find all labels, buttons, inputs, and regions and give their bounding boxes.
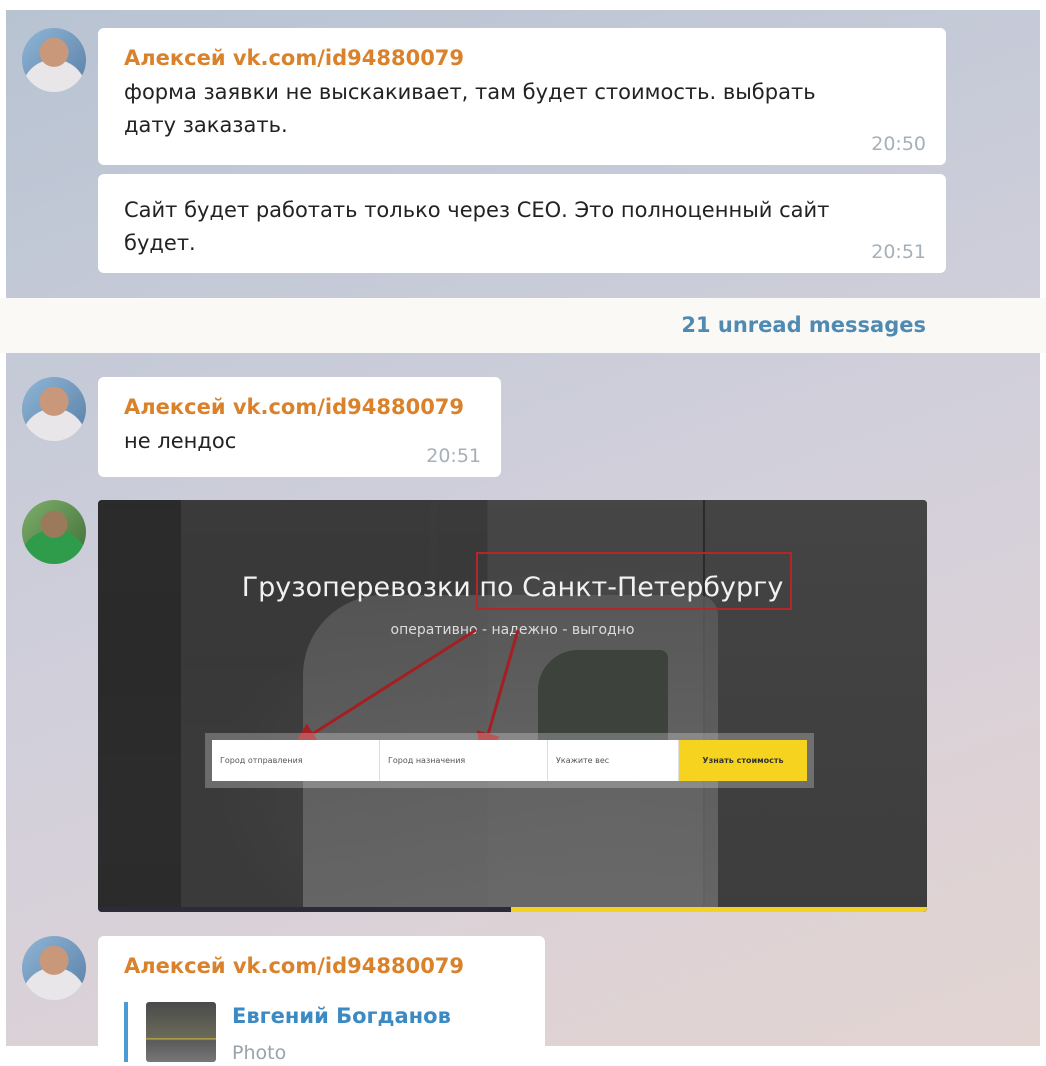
message-text: Сайт будет работать только через СЕО. Эт… (124, 194, 924, 260)
message-time: 20:50 (871, 133, 926, 155)
avatar-aleksey[interactable] (22, 28, 86, 92)
message-text: форма заявки не выскакивает, там будет с… (124, 76, 924, 142)
destination-city-field: Город назначения (380, 740, 548, 781)
message-bubble[interactable]: Алексей vk.com/id94880079 не лендос 20:5… (98, 377, 501, 477)
reply-type-label: Photo (232, 1042, 287, 1064)
annotation-arrows (292, 628, 520, 757)
photo-message[interactable]: Грузоперевозки по Санкт-Петербургу опера… (98, 500, 927, 912)
sender-name[interactable]: Алексей vk.com/id94880079 (124, 46, 924, 70)
get-price-button: Узнать стоимость (679, 740, 807, 781)
photo-bottom-bar-accent (511, 907, 927, 912)
reply-sender-name: Евгений Богданов (232, 1004, 451, 1028)
avatar-aleksey[interactable] (22, 377, 86, 441)
reply-thumbnail (146, 1002, 216, 1062)
photo-bottom-bar (98, 907, 511, 912)
unread-count-label: 21 unread messages (681, 313, 926, 337)
message-line: форма заявки не выскакивает, там будет с… (124, 80, 816, 104)
message-line: Сайт будет работать только через СЕО. Эт… (124, 198, 830, 222)
reply-quote[interactable]: Евгений Богданов Photo (124, 1002, 524, 1064)
sender-name[interactable]: Алексей vk.com/id94880079 (124, 395, 479, 419)
avatar-evgeniy[interactable] (22, 500, 86, 564)
sender-name[interactable]: Алексей vk.com/id94880079 (124, 954, 523, 978)
arrow-line (292, 628, 477, 747)
message-line: дату заказать. (124, 113, 288, 137)
avatar-aleksey[interactable] (22, 936, 86, 1000)
message-time: 20:51 (871, 241, 926, 263)
weight-field: Укажите вес (548, 740, 679, 781)
unread-divider: 21 unread messages (0, 298, 1046, 353)
message-bubble[interactable]: Сайт будет работать только через СЕО. Эт… (98, 174, 946, 273)
request-form: Город отправления Город назначения Укажи… (205, 733, 814, 788)
message-time: 20:51 (426, 445, 481, 467)
message-bubble[interactable]: Алексей vk.com/id94880079 форма заявки н… (98, 28, 946, 165)
message-bubble[interactable]: Алексей vk.com/id94880079 Евгений Богдан… (98, 936, 545, 1066)
message-line: будет. (124, 231, 196, 255)
arrow-line (476, 629, 520, 757)
departure-city-field: Город отправления (212, 740, 380, 781)
